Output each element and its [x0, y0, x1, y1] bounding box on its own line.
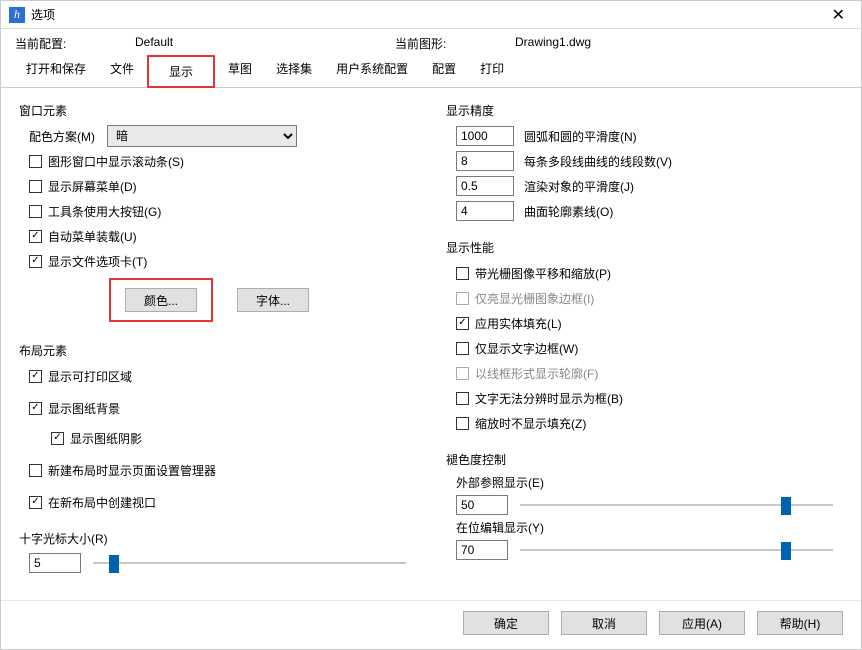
- surface-contour-input[interactable]: [456, 201, 514, 221]
- window-title: 选项: [31, 6, 55, 23]
- display-perf-title: 显示性能: [446, 239, 843, 256]
- help-button[interactable]: 帮助(H): [757, 611, 843, 635]
- render-smoothness-input[interactable]: [456, 176, 514, 196]
- xref-fade-input[interactable]: [456, 495, 508, 515]
- create-viewport-checkbox[interactable]: [29, 496, 42, 509]
- arc-smoothness-label: 圆弧和圆的平滑度(N): [524, 128, 637, 145]
- show-screen-menu-checkbox[interactable]: [29, 180, 42, 193]
- show-file-tabs-checkbox[interactable]: [29, 255, 42, 268]
- color-button[interactable]: 颜色...: [125, 288, 197, 312]
- text-frame-label: 仅显示文字边框(W): [475, 340, 578, 357]
- solid-fill-checkbox[interactable]: [456, 317, 469, 330]
- inplace-fade-label: 在位编辑显示(Y): [456, 519, 843, 536]
- current-config-value: Default: [135, 35, 395, 52]
- text-as-box-label: 文字无法分辨时显示为框(B): [475, 390, 623, 407]
- raster-frame-checkbox: [456, 292, 469, 305]
- show-file-tabs-label: 显示文件选项卡(T): [48, 253, 147, 270]
- inplace-fade-slider[interactable]: [520, 540, 833, 560]
- wire-outline-label: 以线框形式显示轮廓(F): [475, 365, 598, 382]
- show-paper-shadow-checkbox[interactable]: [51, 432, 64, 445]
- show-paper-bg-label: 显示图纸背景: [48, 400, 120, 417]
- current-config-label: 当前配置:: [15, 35, 135, 52]
- color-scheme-label: 配色方案(M): [29, 128, 95, 145]
- font-button[interactable]: 字体...: [237, 288, 309, 312]
- hide-fill-zoom-checkbox[interactable]: [456, 417, 469, 430]
- auto-menu-checkbox[interactable]: [29, 230, 42, 243]
- page-setup-mgr-label: 新建布局时显示页面设置管理器: [48, 462, 216, 479]
- show-scrollbar-checkbox[interactable]: [29, 155, 42, 168]
- xref-fade-slider[interactable]: [520, 495, 833, 515]
- show-screen-menu-label: 显示屏幕菜单(D): [48, 178, 137, 195]
- window-elements-title: 窗口元素: [19, 102, 416, 119]
- tab-print[interactable]: 打印: [469, 55, 515, 88]
- current-drawing-label: 当前图形:: [395, 35, 515, 52]
- arc-smoothness-input[interactable]: [456, 126, 514, 146]
- raster-pan-label: 带光栅图像平移和缩放(P): [475, 265, 611, 282]
- xref-fade-label: 外部参照显示(E): [456, 474, 843, 491]
- ok-button[interactable]: 确定: [463, 611, 549, 635]
- wire-outline-checkbox: [456, 367, 469, 380]
- tab-config[interactable]: 配置: [421, 55, 467, 88]
- crosshair-title: 十字光标大小(R): [19, 530, 416, 547]
- large-buttons-checkbox[interactable]: [29, 205, 42, 218]
- current-drawing-value: Drawing1.dwg: [515, 35, 847, 52]
- color-scheme-select[interactable]: 暗: [107, 125, 297, 147]
- crosshair-slider[interactable]: [93, 553, 406, 573]
- show-paper-bg-checkbox[interactable]: [29, 402, 42, 415]
- inplace-fade-input[interactable]: [456, 540, 508, 560]
- text-frame-checkbox[interactable]: [456, 342, 469, 355]
- raster-pan-checkbox[interactable]: [456, 267, 469, 280]
- display-precision-title: 显示精度: [446, 102, 843, 119]
- show-paper-shadow-label: 显示图纸阴影: [70, 430, 142, 447]
- tab-file[interactable]: 文件: [99, 55, 145, 88]
- tab-user-prefs[interactable]: 用户系统配置: [325, 55, 419, 88]
- auto-menu-label: 自动菜单装载(U): [48, 228, 137, 245]
- app-icon: h: [9, 7, 25, 23]
- polyline-segments-label: 每条多段线曲线的线段数(V): [524, 153, 672, 170]
- tab-sketch[interactable]: 草图: [217, 55, 263, 88]
- apply-button[interactable]: 应用(A): [659, 611, 745, 635]
- render-smoothness-label: 渲染对象的平滑度(J): [524, 178, 634, 195]
- polyline-segments-input[interactable]: [456, 151, 514, 171]
- close-icon[interactable]: ✕: [824, 5, 853, 25]
- layout-elements-title: 布局元素: [19, 342, 416, 359]
- large-buttons-label: 工具条使用大按钮(G): [48, 203, 161, 220]
- tab-bar: 打开和保存 文件 显示 草图 选择集 用户系统配置 配置 打印: [1, 54, 861, 88]
- tab-display[interactable]: 显示: [147, 55, 215, 88]
- tab-selection[interactable]: 选择集: [265, 55, 323, 88]
- text-as-box-checkbox[interactable]: [456, 392, 469, 405]
- show-print-area-checkbox[interactable]: [29, 370, 42, 383]
- show-scrollbar-label: 图形窗口中显示滚动条(S): [48, 153, 184, 170]
- crosshair-input[interactable]: [29, 553, 81, 573]
- page-setup-mgr-checkbox[interactable]: [29, 464, 42, 477]
- create-viewport-label: 在新布局中创建视口: [48, 494, 156, 511]
- hide-fill-zoom-label: 缩放时不显示填充(Z): [475, 415, 586, 432]
- raster-frame-label: 仅亮显光栅图象边框(I): [475, 290, 594, 307]
- tab-open-save[interactable]: 打开和保存: [15, 55, 97, 88]
- cancel-button[interactable]: 取消: [561, 611, 647, 635]
- show-print-area-label: 显示可打印区域: [48, 368, 132, 385]
- surface-contour-label: 曲面轮廓素线(O): [524, 203, 613, 220]
- solid-fill-label: 应用实体填充(L): [475, 315, 562, 332]
- fade-title: 褪色度控制: [446, 451, 843, 468]
